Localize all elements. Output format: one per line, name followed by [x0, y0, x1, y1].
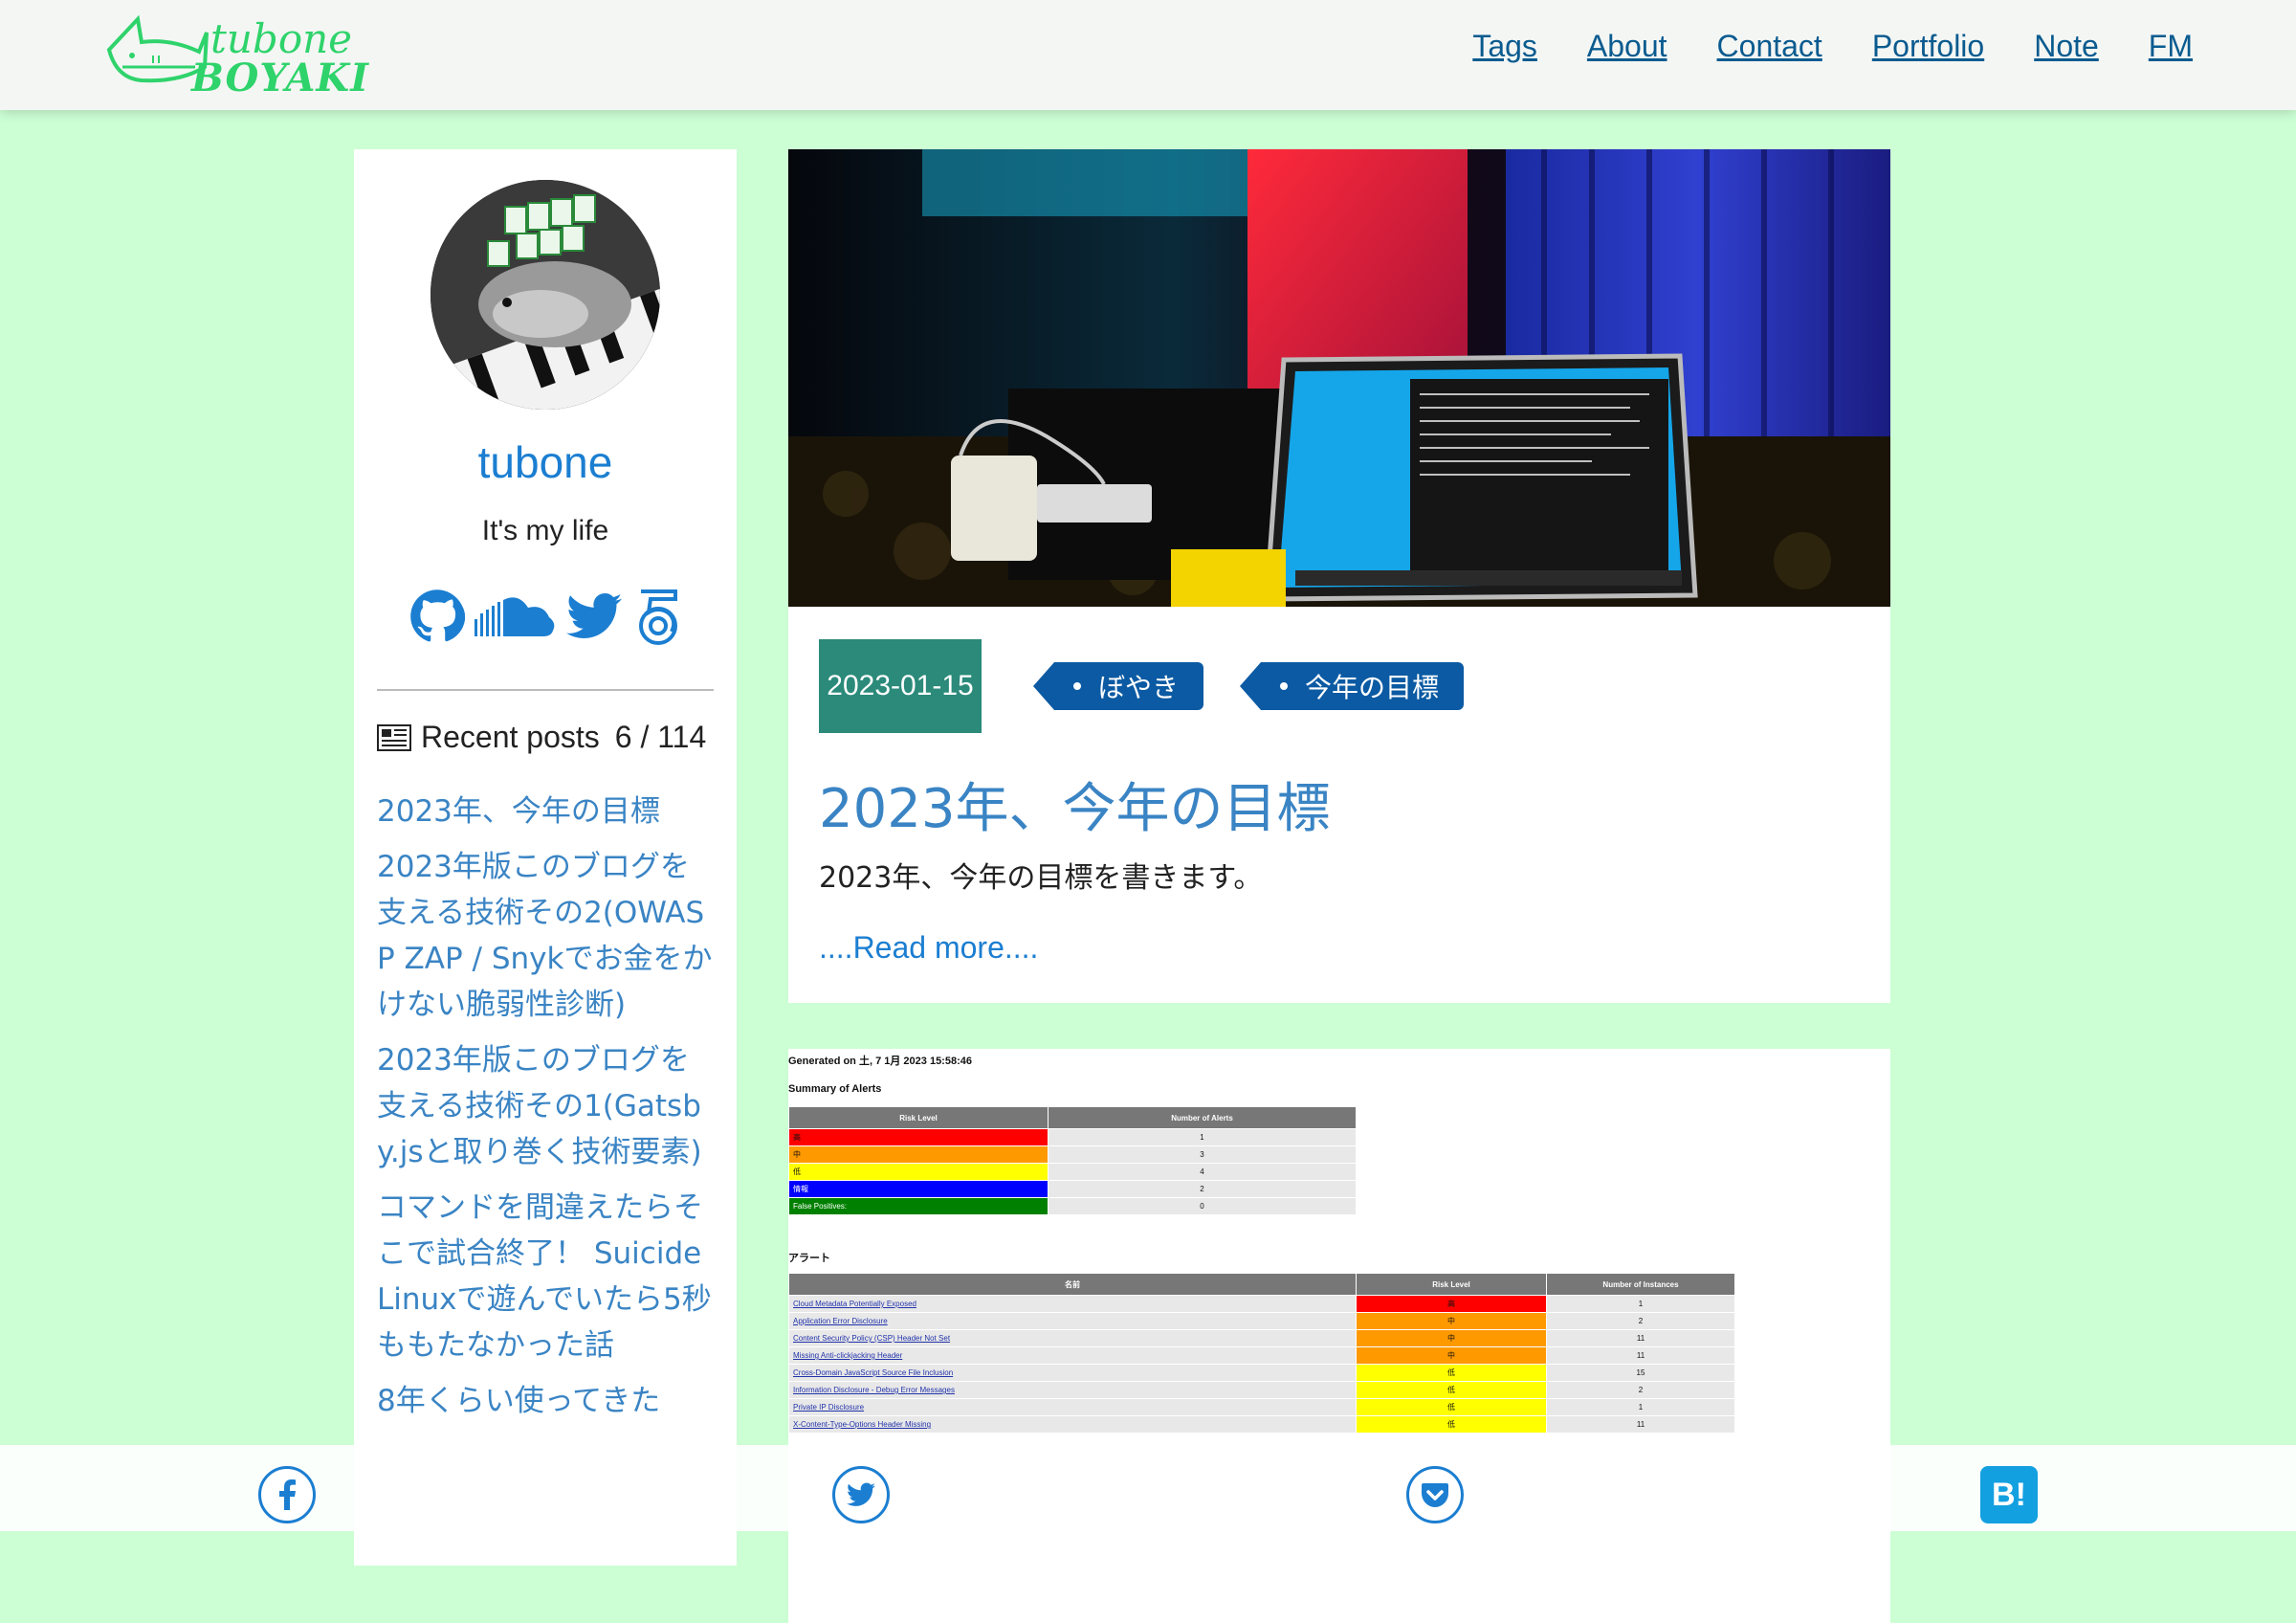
alert-name-link[interactable]: Cloud Metadata Potentially Exposed: [788, 1295, 1357, 1313]
recent-post-link[interactable]: 2023年版このブログを支える技術その2(OWASP ZAP / Snykでお金…: [377, 844, 718, 1028]
count-cell: 11: [1546, 1346, 1735, 1365]
summary-header: Number of Alerts: [1048, 1106, 1357, 1129]
site-logo[interactable]: tubone BOYAKI: [103, 10, 371, 100]
recent-post-link[interactable]: 2023年、今年の目標: [377, 789, 718, 834]
twitter-icon[interactable]: [566, 592, 622, 644]
pocket-icon: [1422, 1483, 1448, 1507]
recent-posts-label: Recent posts: [421, 720, 600, 754]
share-bar: B!: [0, 1445, 2296, 1531]
summary-table: Risk Level Number of Alerts 高1 中3 低4 情報 2 …: [788, 1106, 1357, 1215]
alerts-header: Number of Instances: [1546, 1273, 1735, 1296]
alert-name-link[interactable]: Private IP Disclosure: [788, 1398, 1357, 1416]
alert-name-link[interactable]: Application Error Disclosure: [788, 1312, 1357, 1330]
nav-fm[interactable]: FM: [2149, 29, 2193, 64]
newspaper-icon: [377, 723, 411, 751]
count-cell: 2: [1048, 1180, 1357, 1198]
summary-header: Risk Level: [788, 1106, 1049, 1129]
recent-posts-count: 6 / 114: [614, 720, 707, 754]
social-links: [409, 586, 685, 651]
risk-cell: 低: [1356, 1381, 1547, 1399]
facebook-share-button[interactable]: [258, 1466, 316, 1523]
risk-cell: 低: [1356, 1398, 1547, 1416]
sidebar-divider: [377, 689, 714, 691]
risk-cell: 中: [1356, 1329, 1547, 1347]
count-cell: 1: [1546, 1398, 1735, 1416]
tag-goals[interactable]: 今年の目標: [1239, 662, 1465, 710]
read-more-link[interactable]: ....Read more....: [819, 930, 1038, 966]
avatar: [430, 180, 660, 410]
count-cell: 4: [1048, 1163, 1357, 1181]
risk-cell: 高: [1356, 1295, 1547, 1313]
tag-boyaki[interactable]: ぼやき: [1032, 662, 1204, 710]
nav-about[interactable]: About: [1587, 29, 1667, 64]
count-cell: 2: [1546, 1381, 1735, 1399]
recent-post-link[interactable]: 8年くらい使ってきた: [377, 1378, 718, 1424]
risk-cell: 情報: [788, 1180, 1049, 1198]
twitter-icon: [847, 1482, 875, 1506]
count-cell: 1: [1546, 1295, 1735, 1313]
twitter-share-button[interactable]: [832, 1466, 890, 1523]
risk-cell: 低: [1356, 1415, 1547, 1434]
count-cell: 2: [1546, 1312, 1735, 1330]
risk-cell: 低: [788, 1163, 1049, 1181]
facebook-icon: [279, 1479, 296, 1510]
risk-cell: 中: [1356, 1312, 1547, 1330]
count-cell: 3: [1048, 1145, 1357, 1164]
nav-portfolio[interactable]: Portfolio: [1872, 29, 1984, 64]
count-cell: 0: [1048, 1197, 1357, 1215]
alert-name-link[interactable]: Information Disclosure - Debug Error Mes…: [788, 1381, 1357, 1399]
profile-name[interactable]: tubone: [354, 436, 737, 488]
hatena-bookmark-icon[interactable]: B!: [1980, 1466, 2038, 1523]
logo-text-boyaki: BOYAKI: [191, 56, 369, 100]
profile-sidebar: tubone It's my life Recent posts 6 / 114…: [354, 149, 737, 1566]
report-summary-title: Summary of Alerts: [788, 1083, 882, 1095]
count-cell: 11: [1546, 1329, 1735, 1347]
alert-name-link[interactable]: Missing Anti-clickjacking Header: [788, 1346, 1357, 1365]
github-icon[interactable]: [409, 589, 466, 648]
profile-tagline: It's my life: [481, 515, 609, 546]
site-header: tubone BOYAKI Tags About Contact Portfol…: [0, 0, 2296, 110]
post-card-2: Generated on 土, 7 1月 2023 15:58:46 Summa…: [788, 1049, 1890, 1623]
alert-name-link[interactable]: Content Security Policy (CSP) Header Not…: [788, 1329, 1357, 1347]
count-cell: 11: [1546, 1415, 1735, 1434]
alert-name-link[interactable]: Cross-Domain JavaScript Source File Incl…: [788, 1364, 1357, 1382]
podcast-icon[interactable]: [631, 586, 685, 651]
risk-cell: 低: [1356, 1364, 1547, 1382]
alerts-header: Risk Level: [1356, 1273, 1547, 1296]
report-alerts-title: アラート: [788, 1253, 830, 1264]
count-cell: 15: [1546, 1364, 1735, 1382]
risk-cell: 中: [788, 1145, 1049, 1164]
recent-post-link[interactable]: コマンドを間違えたらそこで試合終了！ Suicide Linuxで遊んでいたら5…: [377, 1185, 718, 1368]
post-hero-image[interactable]: [788, 149, 1890, 607]
post-date: 2023-01-15: [819, 639, 982, 733]
recent-posts-list: 2023年、今年の目標 2023年版このブログを支える技術その2(OWASP Z…: [377, 789, 718, 1434]
risk-cell: False Positives:: [788, 1197, 1049, 1215]
soundcloud-icon[interactable]: [475, 592, 557, 644]
pocket-share-button[interactable]: [1406, 1466, 1464, 1523]
alerts-table: 名前 Risk Level Number of Instances Cloud Me…: [788, 1273, 1735, 1434]
recent-post-link[interactable]: 2023年版このブログを支える技術その1(Gatsby.jsと取り巻く技術要素): [377, 1037, 718, 1175]
post-card: 2023-01-15 ぼやき 今年の目標 2023年、今年の目標 2023年、今…: [788, 149, 1890, 1003]
risk-cell: 高: [788, 1128, 1049, 1146]
nav-note[interactable]: Note: [2034, 29, 2099, 64]
main-nav: Tags About Contact Portfolio Note FM: [1472, 29, 2193, 64]
recent-posts-heading: Recent posts 6 / 114: [377, 720, 706, 755]
count-cell: 1: [1048, 1128, 1357, 1146]
post-title[interactable]: 2023年、今年の目標: [819, 766, 1331, 843]
alerts-header: 名前: [788, 1273, 1357, 1296]
report-generated: Generated on 土, 7 1月 2023 15:58:46: [788, 1056, 972, 1067]
post-excerpt: 2023年、今年の目標を書きます。: [819, 861, 1263, 895]
alert-name-link[interactable]: X-Content-Type-Options Header Missing: [788, 1415, 1357, 1434]
nav-contact[interactable]: Contact: [1717, 29, 1822, 64]
nav-tags[interactable]: Tags: [1472, 29, 1537, 64]
risk-cell: 中: [1356, 1346, 1547, 1365]
